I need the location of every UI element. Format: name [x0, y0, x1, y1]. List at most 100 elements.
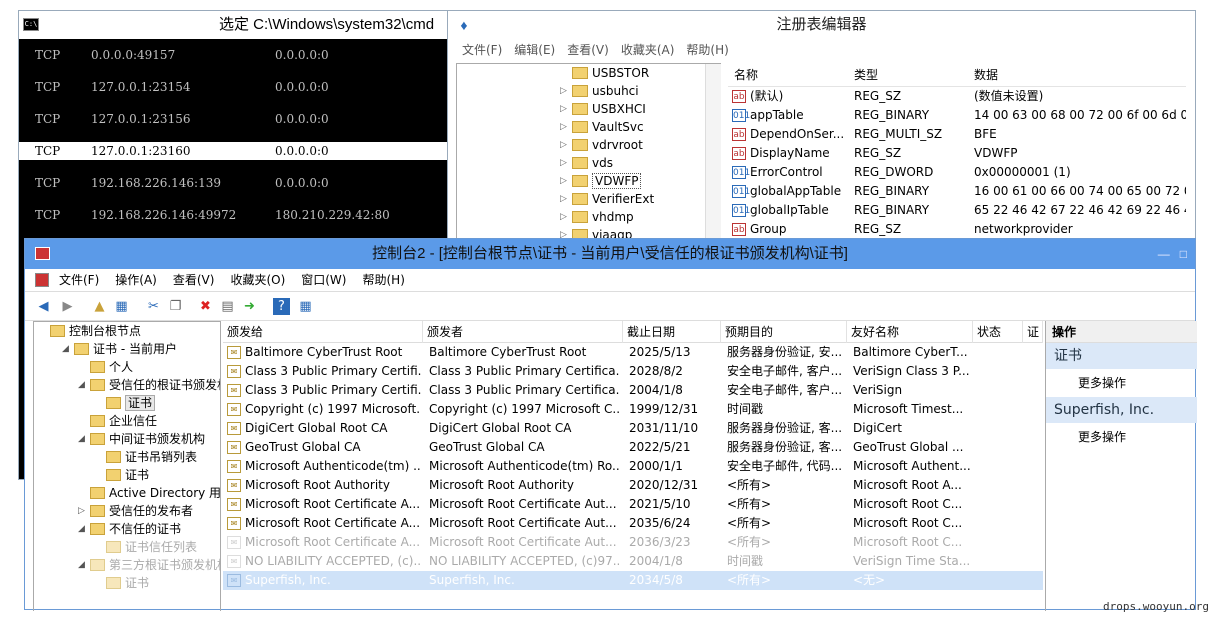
console-tree-node[interactable]: 证书信任列表 — [106, 538, 197, 556]
back-icon[interactable]: ◀ — [35, 298, 52, 315]
regedit-menu-item[interactable]: 编辑(E) — [514, 43, 555, 57]
registry-value-row[interactable]: 011 globalAppTable REG_BINARY 16 00 61 00 6… — [728, 182, 1186, 201]
expand-arrow-icon[interactable]: ▷ — [560, 172, 567, 190]
console-menu-icon[interactable] — [35, 273, 49, 287]
console-tree-node[interactable]: 证书吊销列表 — [106, 448, 197, 466]
console-tree-node[interactable]: 证书 — [106, 466, 149, 484]
registry-value-row[interactable]: ab Group REG_SZ networkprovider — [728, 220, 1186, 239]
console-tree-node[interactable]: ◢ 不信任的证书 — [78, 520, 181, 538]
mmc-menu-item[interactable]: 查看(V) — [173, 273, 215, 287]
certificate-row[interactable]: ✉ GeoTrust Global CA GeoTrust Global CA 202… — [223, 438, 1043, 457]
certificate-row[interactable]: ✉ Class 3 Public Primary Certifi... Class … — [223, 362, 1043, 381]
cmd-title-bar[interactable]: C:\ 选定 C:\Windows\system32\cmd — [19, 11, 447, 39]
certificate-row[interactable]: ✉ Microsoft Root Authority Microsoft Root … — [223, 476, 1043, 495]
netstat-row[interactable]: TCP 127.0.0.1:23154 0.0.0.0:0 — [19, 71, 447, 103]
netstat-row[interactable]: TCP 127.0.0.1:23160 0.0.0.0:0 — [19, 142, 447, 160]
more-actions-link-selected[interactable]: 更多操作 — [1046, 423, 1197, 451]
netstat-row[interactable]: TCP 0.0.0.0:49157 0.0.0.0:0 — [19, 39, 447, 71]
netstat-row[interactable]: TCP 127.0.0.1:23156 0.0.0.0:0 — [19, 103, 447, 135]
regedit-menu-item[interactable]: 收藏夹(A) — [621, 43, 675, 57]
mmc-menu-item[interactable]: 窗口(W) — [301, 273, 346, 287]
expand-arrow-icon[interactable]: ▷ — [560, 154, 567, 172]
registry-key[interactable]: ▷ VaultSvc — [560, 118, 644, 136]
mmc-menu-item[interactable]: 操作(A) — [115, 273, 157, 287]
registry-key[interactable]: ▷ vhdmp — [560, 208, 634, 226]
registry-key[interactable]: USBSTOR — [572, 64, 649, 82]
mmc-menu-item[interactable]: 文件(F) — [59, 273, 99, 287]
column-header[interactable]: 证 — [1023, 321, 1043, 343]
cut-icon[interactable]: ✂ — [145, 298, 162, 315]
console-tree-node[interactable]: 控制台根节点 — [50, 322, 141, 340]
certificate-row[interactable]: ✉ Microsoft Root Certificate A... Microsof… — [223, 533, 1043, 552]
export-icon[interactable]: ➜ — [241, 298, 258, 315]
regedit-menu-item[interactable]: 帮助(H) — [686, 43, 728, 57]
certificate-row[interactable]: ✉ Microsoft Root Certificate A... Microsof… — [223, 514, 1043, 533]
registry-key[interactable]: ▷ usbuhci — [560, 82, 639, 100]
registry-key[interactable]: ▷ VerifierExt — [560, 190, 654, 208]
regedit-menu-item[interactable]: 文件(F) — [462, 43, 502, 57]
properties-icon[interactable]: ▤ — [219, 298, 236, 315]
netstat-row[interactable]: TCP 192.168.226.146:49972 180.210.229.42:8… — [19, 199, 447, 231]
certificate-row[interactable]: ✉ Superfish, Inc. Superfish, Inc. 2034/5/8 <… — [223, 571, 1043, 590]
show-action-pane-icon[interactable]: ▦ — [297, 298, 314, 315]
certificate-row[interactable]: ✉ Copyright (c) 1997 Microsoft... Copyrigh… — [223, 400, 1043, 419]
registry-value-row[interactable]: ab (默认) REG_SZ (数值未设置) — [728, 87, 1186, 106]
column-header[interactable]: 颁发者 — [423, 321, 623, 343]
actions-section-selected[interactable]: Superfish, Inc. — [1046, 397, 1197, 423]
mmc-menu-item[interactable]: 帮助(H) — [362, 273, 404, 287]
expand-arrow-icon[interactable]: ▷ — [560, 118, 567, 136]
console-tree-node[interactable]: ◢ 证书 - 当前用户 — [62, 340, 177, 358]
expand-arrow-icon[interactable]: ▷ — [560, 208, 567, 226]
expand-arrow-icon[interactable]: ◢ — [78, 520, 85, 538]
actions-section-certs[interactable]: 证书 — [1046, 343, 1197, 369]
up-folder-icon[interactable]: ▲ — [91, 298, 108, 315]
column-header[interactable]: 状态 — [973, 321, 1023, 343]
netstat-row[interactable]: TCP 192.168.226.146:139 0.0.0.0:0 — [19, 167, 447, 199]
expand-arrow-icon[interactable]: ◢ — [78, 430, 85, 448]
col-data[interactable]: 数据 — [974, 63, 998, 87]
col-name[interactable]: 名称 — [734, 63, 758, 87]
console-tree-node[interactable]: ◢ 中间证书颁发机构 — [78, 430, 205, 448]
expand-arrow-icon[interactable]: ▷ — [560, 82, 567, 100]
console-tree-node[interactable]: ◢ 第三方根证书颁发机构 — [78, 556, 220, 574]
more-actions-link[interactable]: 更多操作 — [1046, 369, 1197, 397]
window-controls[interactable]: — □ — [1158, 239, 1187, 269]
registry-value-row[interactable]: 011 ErrorControl REG_DWORD 0x00000001 (1) — [728, 163, 1186, 182]
help-icon[interactable]: ? — [273, 298, 290, 315]
console-tree-node[interactable]: 证书 — [106, 574, 149, 592]
expand-arrow-icon[interactable]: ◢ — [78, 376, 85, 394]
expand-arrow-icon[interactable]: ▷ — [78, 502, 85, 520]
console-tree-node[interactable]: ▷ 受信任的发布者 — [78, 502, 193, 520]
console-tree-node[interactable]: ◢ 受信任的根证书颁发机 — [78, 376, 220, 394]
show-tree-icon[interactable]: ▦ — [113, 298, 130, 315]
certificate-row[interactable]: ✉ Microsoft Authenticode(tm) ... Microsoft… — [223, 457, 1043, 476]
expand-arrow-icon[interactable]: ◢ — [62, 340, 69, 358]
console-tree-node[interactable]: 证书 — [106, 394, 156, 412]
certificate-row[interactable]: ✉ Microsoft Root Certificate A... Microsof… — [223, 495, 1043, 514]
regedit-menu-item[interactable]: 查看(V) — [567, 43, 609, 57]
delete-icon[interactable]: ✖ — [197, 298, 214, 315]
console-tree-node[interactable]: Active Directory 用户对 — [90, 484, 220, 502]
certificate-row[interactable]: ✉ NO LIABILITY ACCEPTED, (c)... NO LIABILI… — [223, 552, 1043, 571]
registry-value-row[interactable]: 011 globalIpTable REG_BINARY 65 22 46 42 67… — [728, 201, 1186, 220]
certificate-row[interactable]: ✉ Class 3 Public Primary Certifi... Class … — [223, 381, 1043, 400]
column-header[interactable]: 颁发给 — [223, 321, 423, 343]
column-header[interactable]: 预期目的 — [721, 321, 847, 343]
col-type[interactable]: 类型 — [854, 63, 878, 87]
expand-arrow-icon[interactable]: ▷ — [560, 190, 567, 208]
registry-key[interactable]: ▷ VDWFP — [560, 172, 642, 190]
registry-key[interactable]: ▷ USBXHCI — [560, 100, 646, 118]
column-header[interactable]: 友好名称 — [847, 321, 973, 343]
forward-icon[interactable]: ▶ — [59, 298, 76, 315]
registry-key[interactable]: ▷ vdrvroot — [560, 136, 643, 154]
registry-value-row[interactable]: ab DisplayName REG_SZ VDWFP — [728, 144, 1186, 163]
registry-key[interactable]: ▷ vds — [560, 154, 613, 172]
expand-arrow-icon[interactable]: ▷ — [560, 136, 567, 154]
mmc-title-bar[interactable]: 控制台2 - [控制台根节点\证书 - 当前用户\受信任的根证书颁发机构\证书]… — [25, 239, 1195, 269]
console-tree-node[interactable]: 个人 — [90, 358, 133, 376]
copy-icon[interactable]: ❐ — [167, 298, 184, 315]
mmc-menu-item[interactable]: 收藏夹(O) — [230, 273, 285, 287]
regedit-title-bar[interactable]: ♦ 注册表编辑器 — [448, 11, 1195, 39]
registry-value-row[interactable]: ab DependOnSer... REG_MULTI_SZ BFE — [728, 125, 1186, 144]
column-header[interactable]: 截止日期 — [623, 321, 721, 343]
